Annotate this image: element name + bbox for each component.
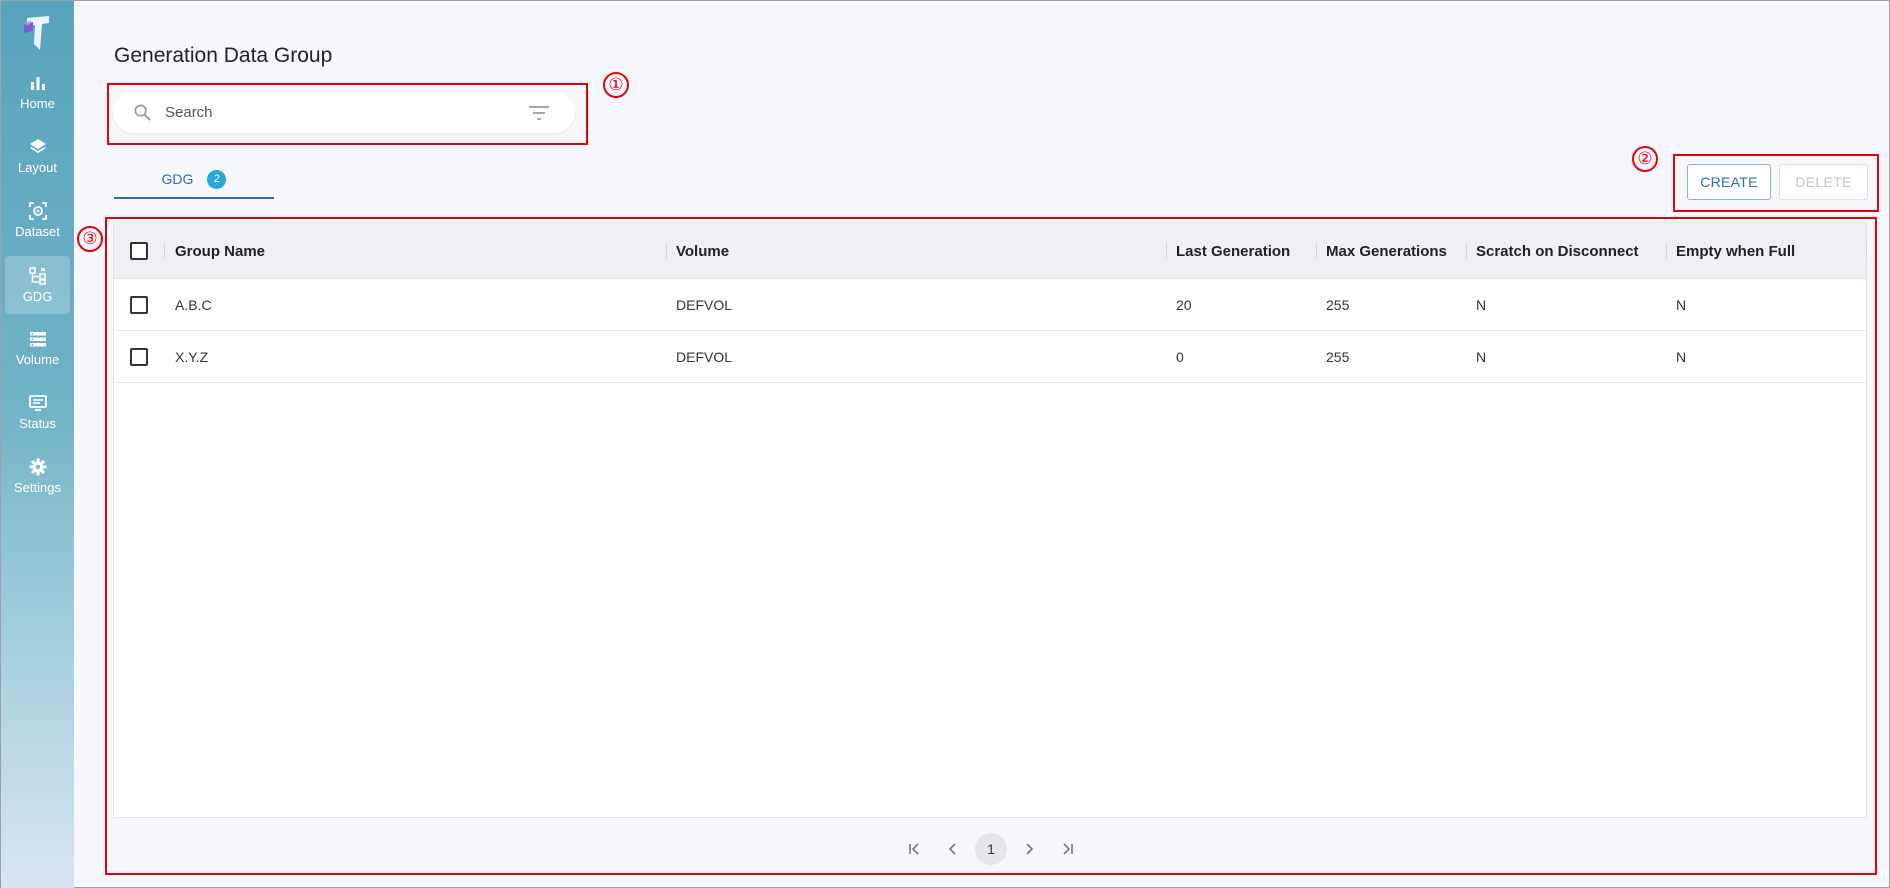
sidebar-item-settings[interactable]: Settings xyxy=(5,447,70,505)
gear-icon xyxy=(29,458,46,476)
sidebar-item-label: Layout xyxy=(17,160,58,175)
tab-gdg[interactable]: GDG 2 xyxy=(114,161,274,199)
monitor-icon xyxy=(28,395,47,411)
dataset-icon xyxy=(28,202,47,220)
bar-chart-icon xyxy=(30,77,45,90)
annotation-marker-3: ③ xyxy=(77,226,103,252)
sidebar-item-status[interactable]: Status xyxy=(5,383,70,441)
sidebar-item-label: Volume xyxy=(15,352,60,367)
sidebar-item-label: Home xyxy=(20,96,55,111)
layers-icon xyxy=(29,139,46,153)
sidebar-item-layout[interactable]: Layout xyxy=(5,127,70,185)
sidebar: Home Layout Dataset GDG Volume Status Se… xyxy=(1,1,74,888)
sidebar-item-label: Dataset xyxy=(15,224,60,239)
page-title: Generation Data Group xyxy=(114,44,333,67)
sidebar-item-label: GDG xyxy=(22,289,53,304)
sidebar-item-label: Settings xyxy=(14,480,61,495)
sidebar-item-home[interactable]: Home xyxy=(5,63,70,121)
sidebar-item-volume[interactable]: Volume xyxy=(5,319,70,377)
sidebar-item-dataset[interactable]: Dataset xyxy=(5,191,70,249)
annotation-box-table xyxy=(105,217,1877,875)
logo-icon xyxy=(23,16,49,50)
tab-label: GDG xyxy=(161,171,194,187)
gdg-icon xyxy=(28,267,46,285)
annotation-marker-2: ② xyxy=(1632,146,1658,172)
annotation-marker-1: ① xyxy=(603,72,629,98)
app-logo[interactable] xyxy=(1,9,74,57)
sidebar-item-label: Status xyxy=(19,416,56,431)
count-badge: 2 xyxy=(207,169,227,189)
annotation-box-actions xyxy=(1673,154,1879,212)
annotation-box-search xyxy=(107,83,588,145)
storage-icon xyxy=(29,332,46,347)
sidebar-item-gdg[interactable]: GDG xyxy=(5,256,70,314)
